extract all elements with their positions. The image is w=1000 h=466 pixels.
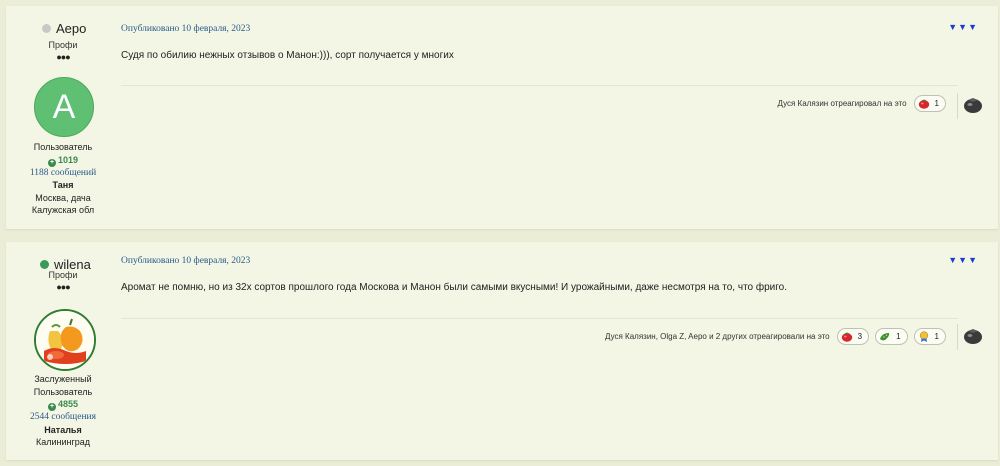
post-menu-icon[interactable]: ▼▼▼: [948, 255, 978, 265]
reputation-value: 1019: [57, 154, 79, 165]
author-group: Пользователь: [33, 386, 93, 397]
tomato-icon: [841, 331, 853, 342]
offline-status-icon: [42, 24, 51, 33]
reputation: +4855: [6, 398, 120, 411]
author-location: Калининград: [35, 437, 91, 447]
author-rank: Профи: [48, 40, 78, 50]
author-group: Заслуженный: [34, 374, 92, 384]
author-name[interactable]: Aepo: [56, 21, 86, 36]
peppers-icon: [36, 311, 94, 369]
online-status-icon: [40, 260, 49, 269]
reaction-count: 3: [857, 332, 863, 341]
author-display-name: Наталья: [44, 424, 82, 435]
posts-count-link[interactable]: 1188 сообщений: [6, 167, 120, 180]
tomato-icon: [918, 98, 930, 109]
avatar[interactable]: A: [34, 77, 94, 137]
reputation-value: 4855: [57, 399, 79, 409]
reaction-pill[interactable]: 1: [875, 328, 908, 345]
post: Aepo Профи ●●● A Пользователь +1019 1188…: [6, 6, 998, 229]
post-date-link[interactable]: Опубликовано 10 февраля, 2023: [121, 24, 250, 34]
post: wilena Профи ●●● Заслуженный Пользовател…: [6, 242, 998, 460]
reactions-bar: Дуся Калязин, Olga Z, Aepo и 2 других от…: [605, 328, 946, 345]
tomato-outline-icon: [962, 98, 984, 118]
divider: [957, 93, 958, 119]
author-name-link[interactable]: Aepo: [42, 21, 86, 36]
divider: [121, 85, 958, 86]
reactions-bar: Дуся Калязин отреагировал на это 1: [778, 95, 946, 112]
plus-icon: +: [47, 158, 56, 167]
reactions-summary-link[interactable]: Дуся Калязин, Olga Z, Aepo и 2 других от…: [605, 332, 830, 341]
reaction-pill[interactable]: 1: [913, 328, 946, 345]
author-meta: Пользователь +1019 1188 сообщений Таня М…: [6, 141, 120, 217]
tomato-outline-icon: [962, 329, 984, 349]
cucumber-icon: [879, 331, 891, 342]
posts-count-link[interactable]: 2544 сообщения: [6, 411, 120, 424]
author-group: Пользователь: [33, 142, 93, 152]
react-button[interactable]: [962, 327, 984, 345]
divider: [957, 324, 958, 350]
rank-pips-icon: ●●●: [56, 282, 70, 292]
divider: [121, 318, 958, 319]
award-icon: [918, 331, 930, 342]
author-location: Москва, дача: [35, 192, 91, 203]
react-button[interactable]: [962, 96, 984, 114]
post-content: Судя по обилию нежных отзывов о Манон:))…: [121, 50, 454, 61]
author-meta: Заслуженный Пользователь +4855 2544 сооб…: [6, 373, 120, 449]
reaction-pill[interactable]: 3: [836, 328, 870, 345]
post-menu-icon[interactable]: ▼▼▼: [948, 22, 978, 32]
plus-icon: +: [47, 403, 56, 411]
reaction-count: 1: [896, 332, 901, 341]
author-location: Калужская обл: [31, 205, 95, 215]
author-rank: Профи: [48, 270, 78, 280]
reactions-summary-link[interactable]: Дуся Калязин отреагировал на это: [778, 99, 907, 108]
reaction-count: 1: [934, 99, 939, 108]
post-date-link[interactable]: Опубликовано 10 февраля, 2023: [121, 256, 250, 266]
reputation: +1019: [6, 154, 120, 167]
author-display-name: Таня: [52, 180, 74, 190]
reaction-pill[interactable]: 1: [913, 95, 946, 112]
avatar[interactable]: [34, 309, 96, 371]
rank-pips-icon: ●●●: [56, 52, 70, 62]
reaction-count: 1: [934, 332, 939, 341]
post-content: Аромат не помню, но из 32х сортов прошло…: [121, 282, 788, 293]
